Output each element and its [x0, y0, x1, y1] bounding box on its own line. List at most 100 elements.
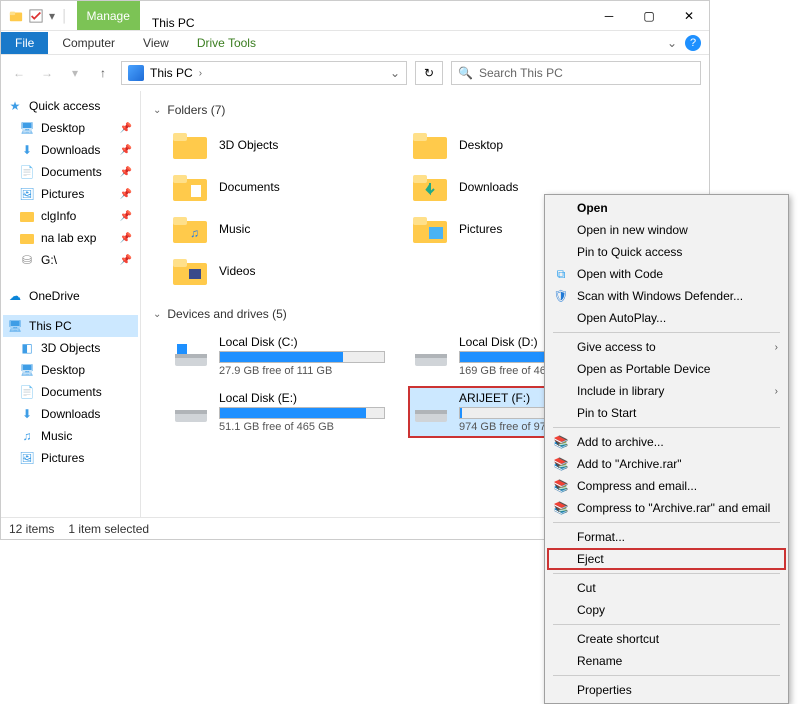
nav-onedrive[interactable]: ☁OneDrive	[3, 285, 138, 307]
nav-recent-icon[interactable]: ▾	[65, 66, 85, 80]
nav-back-icon[interactable]: ←	[9, 66, 29, 80]
help-icon[interactable]: ?	[685, 35, 701, 51]
breadcrumb-chevron-icon[interactable]: ›	[199, 68, 202, 79]
nav-item-desktop2[interactable]: 🖥Desktop	[3, 359, 138, 381]
ctx-give-access[interactable]: Give access to›	[547, 336, 786, 358]
nav-pane: ★Quick access 🖥Desktop📌 ⬇Downloads📌 📄Doc…	[1, 91, 141, 517]
tab-drive-tools[interactable]: Drive Tools	[183, 32, 270, 54]
pin-icon: 📌	[120, 167, 132, 178]
explorer-icon	[9, 9, 23, 23]
submenu-arrow-icon: ›	[775, 342, 778, 353]
ctx-autoplay[interactable]: Open AutoPlay...	[547, 307, 786, 329]
breadcrumb[interactable]: This PC	[150, 66, 193, 80]
onedrive-icon: ☁	[7, 288, 23, 304]
3d-icon: ◧	[19, 340, 35, 356]
tab-computer[interactable]: Computer	[48, 32, 129, 54]
ribbon-tabs: File Computer View Drive Tools ⌄ ?	[1, 31, 709, 55]
desktop-icon: 🖥	[19, 120, 35, 136]
folder-icon	[173, 257, 207, 285]
close-button[interactable]: ✕	[669, 1, 709, 31]
drive-e[interactable]: Local Disk (E:)51.1 GB free of 465 GB	[169, 387, 389, 437]
status-selected: 1 item selected	[68, 522, 149, 536]
qat-dropdown-icon[interactable]: ▾	[49, 9, 55, 23]
nav-up-icon[interactable]: ↑	[93, 66, 113, 80]
folder-icon	[173, 173, 207, 201]
archive-icon: 📚	[553, 456, 569, 472]
archive-icon: 📚	[553, 500, 569, 516]
ctx-pin-quick-access[interactable]: Pin to Quick access	[547, 241, 786, 263]
ribbon-context-tab[interactable]: Manage	[77, 1, 140, 30]
ctx-rename[interactable]: Rename	[547, 650, 786, 672]
ctx-separator	[553, 675, 780, 676]
ctx-copy[interactable]: Copy	[547, 599, 786, 621]
folder-music[interactable]: ♫Music	[169, 211, 389, 247]
folder-icon	[173, 131, 207, 159]
ctx-eject[interactable]: Eject	[547, 548, 786, 570]
nav-item-downloads[interactable]: ⬇Downloads📌	[3, 139, 138, 161]
folder-icon	[413, 173, 447, 201]
ctx-separator	[553, 522, 780, 523]
star-icon: ★	[7, 98, 23, 114]
tab-view[interactable]: View	[129, 32, 183, 54]
file-tab[interactable]: File	[1, 32, 48, 54]
ctx-create-shortcut[interactable]: Create shortcut	[547, 628, 786, 650]
ctx-scan-defender[interactable]: 🛡Scan with Windows Defender...	[547, 285, 786, 307]
nav-item-nalab[interactable]: na lab exp📌	[3, 227, 138, 249]
nav-forward-icon[interactable]: →	[37, 66, 57, 80]
drive-c[interactable]: Local Disk (C:)27.9 GB free of 111 GB	[169, 331, 389, 381]
nav-item-3d[interactable]: ◧3D Objects	[3, 337, 138, 359]
minimize-button[interactable]: ─	[589, 1, 629, 31]
nav-item-downloads2[interactable]: ⬇Downloads	[3, 403, 138, 425]
nav-item-g-drive[interactable]: ⛁G:\📌	[3, 249, 138, 271]
nav-item-clginfo[interactable]: clgInfo📌	[3, 205, 138, 227]
folder-desktop[interactable]: Desktop	[409, 127, 629, 163]
ctx-open-new-window[interactable]: Open in new window	[547, 219, 786, 241]
ctx-compress-rar-email[interactable]: 📚Compress to "Archive.rar" and email	[547, 497, 786, 519]
pictures-icon: 🖼	[19, 450, 35, 466]
nav-this-pc[interactable]: 🖥This PC	[3, 315, 138, 337]
ctx-pin-start[interactable]: Pin to Start	[547, 402, 786, 424]
nav-quick-access[interactable]: ★Quick access	[3, 95, 138, 117]
ctx-format[interactable]: Format...	[547, 526, 786, 548]
ctx-compress-email[interactable]: 📚Compress and email...	[547, 475, 786, 497]
ctx-add-archive[interactable]: 📚Add to archive...	[547, 431, 786, 453]
address-dropdown-icon[interactable]: ⌄	[390, 66, 400, 80]
ctx-add-archive-rar[interactable]: 📚Add to "Archive.rar"	[547, 453, 786, 475]
pin-icon: 📌	[120, 145, 132, 156]
ctx-separator	[553, 624, 780, 625]
pc-icon: 🖥	[7, 318, 23, 334]
ctx-open[interactable]: Open	[547, 197, 786, 219]
ctx-portable-device[interactable]: Open as Portable Device	[547, 358, 786, 380]
nav-item-documents[interactable]: 📄Documents📌	[3, 161, 138, 183]
folder-icon: ♫	[173, 215, 207, 243]
ctx-open-with-code[interactable]: ⧉Open with Code	[547, 263, 786, 285]
window-title: This PC	[140, 16, 207, 30]
nav-item-desktop[interactable]: 🖥Desktop📌	[3, 117, 138, 139]
folder-documents[interactable]: Documents	[169, 169, 389, 205]
address-bar[interactable]: This PC › ⌄	[121, 61, 407, 85]
documents-icon: 📄	[19, 164, 35, 180]
search-input[interactable]: 🔍 Search This PC	[451, 61, 701, 85]
ribbon-expand-icon[interactable]: ⌄	[667, 36, 677, 50]
ctx-separator	[553, 573, 780, 574]
nav-item-music[interactable]: ♫Music	[3, 425, 138, 447]
address-bar-row: ← → ▾ ↑ This PC › ⌄ ↻ 🔍 Search This PC	[1, 55, 709, 91]
pin-icon: 📌	[120, 211, 132, 222]
folder-icon	[413, 215, 447, 243]
ctx-include-library[interactable]: Include in library›	[547, 380, 786, 402]
nav-item-pictures2[interactable]: 🖼Pictures	[3, 447, 138, 469]
refresh-button[interactable]: ↻	[415, 61, 443, 85]
search-icon: 🔍	[458, 66, 473, 80]
nav-item-pictures[interactable]: 🖼Pictures📌	[3, 183, 138, 205]
folder-videos[interactable]: Videos	[169, 253, 389, 289]
downloads-icon: ⬇	[19, 142, 35, 158]
checkbox-icon[interactable]	[29, 9, 43, 23]
group-folders[interactable]: ⌄Folders (7)	[151, 99, 699, 121]
submenu-arrow-icon: ›	[775, 386, 778, 397]
nav-item-documents2[interactable]: 📄Documents	[3, 381, 138, 403]
ctx-separator	[553, 427, 780, 428]
ctx-cut[interactable]: Cut	[547, 577, 786, 599]
maximize-button[interactable]: ▢	[629, 1, 669, 31]
ctx-properties[interactable]: Properties	[547, 679, 786, 701]
folder-3dobjects[interactable]: 3D Objects	[169, 127, 389, 163]
